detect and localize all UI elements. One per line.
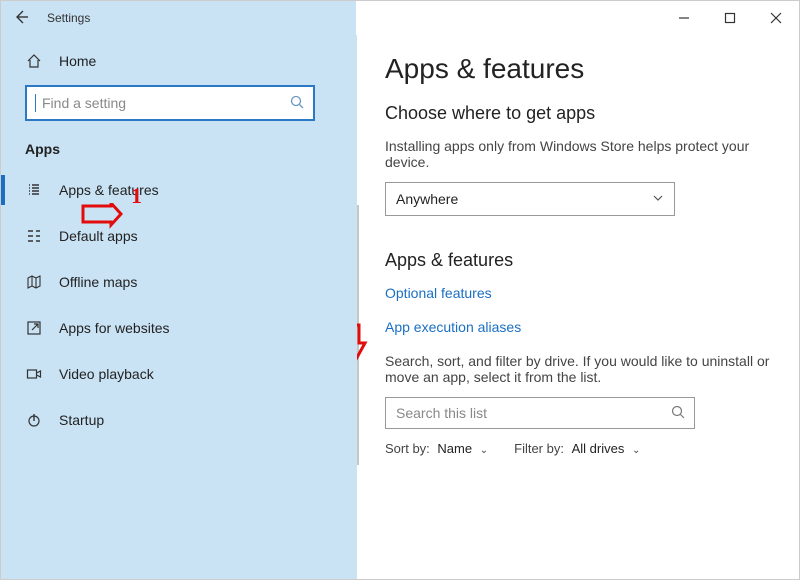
map-icon [25,274,43,290]
filter-by-control[interactable]: Filter by: All drives ⌄ [514,441,640,456]
optional-features-link[interactable]: Optional features [385,285,492,301]
sidebar-item-apps-for-websites[interactable]: Apps for websites [1,305,333,351]
sidebar: Home Apps Apps & features Default apps Off… [1,35,357,579]
page-title: Apps & features [385,53,771,85]
sidebar-item-video-playback[interactable]: Video playback [1,351,333,397]
home-label: Home [59,53,96,69]
defaults-icon [25,228,43,244]
where-select[interactable]: Anywhere [385,182,675,216]
content-area: Apps & features Choose where to get apps… [357,35,799,579]
open-external-icon [25,320,43,336]
sidebar-section-label: Apps [25,141,333,157]
home-icon [25,53,43,69]
sidebar-item-default-apps[interactable]: Default apps [1,213,333,259]
sort-by-control[interactable]: Sort by: Name ⌄ [385,441,488,456]
search-input[interactable] [25,85,315,121]
sidebar-item-apps-features[interactable]: Apps & features [1,167,333,213]
sidebar-item-label: Apps & features [59,182,159,198]
chevron-down-icon: ⌄ [632,445,640,456]
startup-icon [25,412,43,428]
sidebar-item-label: Apps for websites [59,320,170,336]
search-field[interactable] [40,94,289,112]
filter-field[interactable] [394,404,670,422]
where-select-value: Anywhere [396,191,458,207]
filter-input[interactable] [385,397,695,429]
where-hint: Installing apps only from Windows Store … [385,138,765,170]
sidebar-item-label: Offline maps [59,274,137,290]
scrollbar[interactable] [357,205,359,465]
titlebar: Settings [1,1,799,35]
close-button[interactable] [753,1,799,35]
list-hint: Search, sort, and filter by drive. If yo… [385,353,771,385]
text-caret [35,94,36,112]
app-execution-aliases-link[interactable]: App execution aliases [385,319,521,335]
chevron-down-icon [652,192,664,207]
home-button[interactable]: Home [25,53,333,69]
video-icon [25,366,43,382]
sidebar-item-startup[interactable]: Startup [1,397,333,443]
chevron-down-icon: ⌄ [480,445,488,456]
search-icon [670,404,686,423]
sidebar-item-label: Startup [59,412,104,428]
maximize-button[interactable] [707,1,753,35]
back-icon[interactable] [13,9,29,28]
sidebar-item-offline-maps[interactable]: Offline maps [1,259,333,305]
list-icon [25,182,43,198]
where-heading: Choose where to get apps [385,103,771,124]
window-title: Settings [47,11,90,25]
minimize-button[interactable] [661,1,707,35]
sidebar-item-label: Default apps [59,228,138,244]
features-heading: Apps & features [385,250,771,271]
sidebar-item-label: Video playback [59,366,154,382]
search-icon [289,94,305,113]
